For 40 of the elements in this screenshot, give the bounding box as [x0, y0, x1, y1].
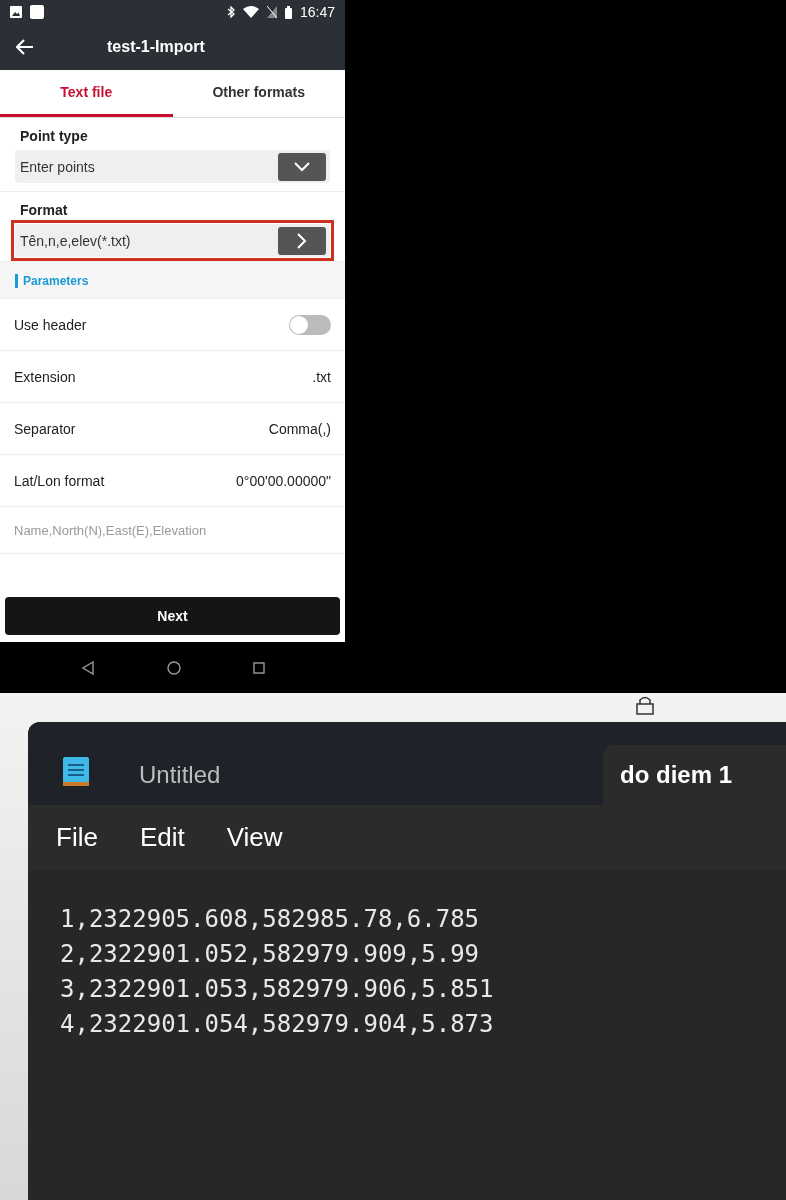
setting-value[interactable]: 0°00'00.00000" — [236, 472, 331, 489]
toggle-switch[interactable] — [289, 314, 331, 335]
wifi-icon — [242, 6, 259, 18]
square-icon — [30, 5, 44, 19]
setting-value[interactable]: Comma(,) — [268, 420, 331, 437]
back-arrow-icon[interactable] — [16, 39, 34, 55]
section-title: Parameters — [15, 274, 89, 288]
next-button[interactable]: Next — [5, 597, 340, 635]
setting-label: Lat/Lon format — [14, 472, 105, 489]
field-label: Point type — [19, 128, 89, 144]
recents-nav-icon[interactable] — [252, 661, 265, 674]
no-sim-icon — [266, 6, 277, 18]
setting-label: Use header — [14, 316, 87, 333]
lock-icon — [636, 695, 654, 715]
setting-label: Separator — [14, 420, 76, 437]
chevron-down-icon — [294, 161, 310, 172]
image-icon — [10, 6, 22, 18]
menu-item[interactable]: File — [56, 822, 98, 853]
setting-label: Extension — [14, 368, 76, 385]
home-nav-icon[interactable] — [166, 660, 181, 675]
bluetooth-icon — [226, 6, 235, 18]
menu-item[interactable]: Edit — [139, 822, 185, 853]
column-order-hint: Name,North(N),East(E),Elevation — [14, 522, 207, 538]
chevron-right-icon — [297, 232, 307, 249]
point-type-dropdown[interactable]: Enter points — [15, 150, 330, 183]
text-line: 3,2322901.053,582979.906,5.851 — [60, 974, 495, 1005]
status-time: 16:47 — [299, 4, 335, 20]
notepad-icon — [63, 755, 89, 787]
text-line: 1,2322905.608,582985.78,6.785 — [60, 904, 481, 935]
battery-icon — [284, 5, 292, 19]
screen-title: test-1-Import — [107, 38, 205, 56]
format-selector[interactable]: Tên,n,e,elev(*.txt) — [15, 224, 330, 257]
field-label: Format — [19, 202, 69, 218]
menu-item[interactable]: View — [226, 822, 283, 853]
document-tab[interactable]: Untitled — [139, 745, 221, 805]
text-line: 4,2322901.054,582979.904,5.873 — [60, 1009, 495, 1040]
document-tab[interactable]: do diem 1 — [603, 745, 786, 805]
text-line: 2,2322901.052,582979.909,5.99 — [60, 939, 481, 970]
setting-value[interactable]: .txt — [312, 368, 331, 385]
back-nav-icon[interactable] — [80, 660, 95, 675]
